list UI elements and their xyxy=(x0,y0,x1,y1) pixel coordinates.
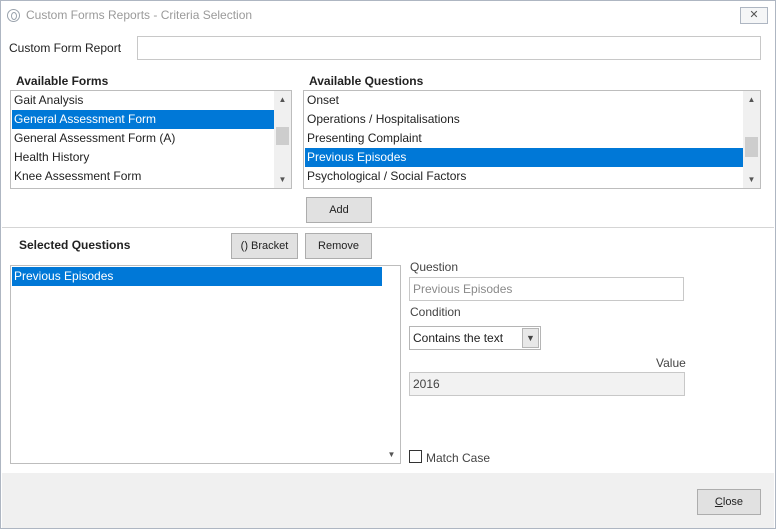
list-item[interactable]: General Assessment Form xyxy=(12,110,274,129)
criteria-selection-dialog: Custom Forms Reports - Criteria Selectio… xyxy=(0,0,776,529)
condition-dropdown[interactable]: Contains the text ▼ xyxy=(409,326,541,350)
available-forms-list[interactable]: Gait Analysis General Assessment Form Ge… xyxy=(10,90,292,189)
value-label: Value xyxy=(656,356,686,370)
scroll-down-icon[interactable]: ▼ xyxy=(274,171,291,188)
title-bar: Custom Forms Reports - Criteria Selectio… xyxy=(1,1,775,31)
list-item[interactable]: Knee Assessment Form xyxy=(12,167,274,186)
available-forms-heading: Available Forms xyxy=(16,74,109,88)
condition-label: Condition xyxy=(410,305,461,319)
match-case-label[interactable]: Match Case xyxy=(426,451,490,465)
custom-form-report-label: Custom Form Report xyxy=(9,41,122,55)
available-questions-heading: Available Questions xyxy=(309,74,424,88)
custom-form-report-input[interactable] xyxy=(137,36,761,60)
scroll-down-icon[interactable]: ▼ xyxy=(743,171,760,188)
app-icon xyxy=(7,9,20,22)
match-case-checkbox[interactable] xyxy=(409,450,422,463)
scroll-up-icon[interactable]: ▲ xyxy=(743,91,760,108)
question-label: Question xyxy=(410,260,459,274)
list-item[interactable]: Previous Episodes xyxy=(12,267,382,286)
question-field: Previous Episodes xyxy=(409,277,684,301)
close-button[interactable]: Close xyxy=(697,489,761,515)
scroll-thumb[interactable] xyxy=(745,137,758,157)
list-item[interactable]: Health History xyxy=(12,148,274,167)
bracket-button[interactable]: () Bracket xyxy=(231,233,298,259)
remove-button[interactable]: Remove xyxy=(305,233,372,259)
add-button[interactable]: Add xyxy=(306,197,372,223)
selected-questions-list[interactable]: Previous Episodes ▼ xyxy=(10,265,401,464)
dialog-footer xyxy=(2,473,774,528)
list-item[interactable]: General Assessment Form (A) xyxy=(12,129,274,148)
list-item[interactable]: Operations / Hospitalisations xyxy=(305,110,743,129)
chevron-down-icon[interactable]: ▼ xyxy=(522,328,539,348)
scroll-down-icon[interactable]: ▼ xyxy=(383,446,400,463)
condition-value: Contains the text xyxy=(413,331,504,345)
scroll-up-icon[interactable]: ▲ xyxy=(274,91,291,108)
section-divider xyxy=(2,227,774,228)
scroll-thumb[interactable] xyxy=(276,127,289,145)
window-title: Custom Forms Reports - Criteria Selectio… xyxy=(26,8,253,22)
selected-scrollbar[interactable]: ▼ xyxy=(383,266,400,463)
list-item[interactable]: Previous Episodes xyxy=(305,148,743,167)
available-questions-list[interactable]: Onset Operations / Hospitalisations Pres… xyxy=(303,90,761,189)
list-item[interactable]: Presenting Complaint xyxy=(305,129,743,148)
list-item[interactable]: Psychological / Social Factors xyxy=(305,167,743,186)
window-close-button[interactable]: ✕ xyxy=(740,7,768,24)
questions-scrollbar[interactable]: ▲ ▼ xyxy=(743,91,760,188)
list-item[interactable]: Onset xyxy=(305,91,743,110)
list-item[interactable]: Gait Analysis xyxy=(12,91,274,110)
value-input[interactable]: 2016 xyxy=(409,372,685,396)
forms-scrollbar[interactable]: ▲ ▼ xyxy=(274,91,291,188)
selected-questions-heading: Selected Questions xyxy=(19,238,131,252)
